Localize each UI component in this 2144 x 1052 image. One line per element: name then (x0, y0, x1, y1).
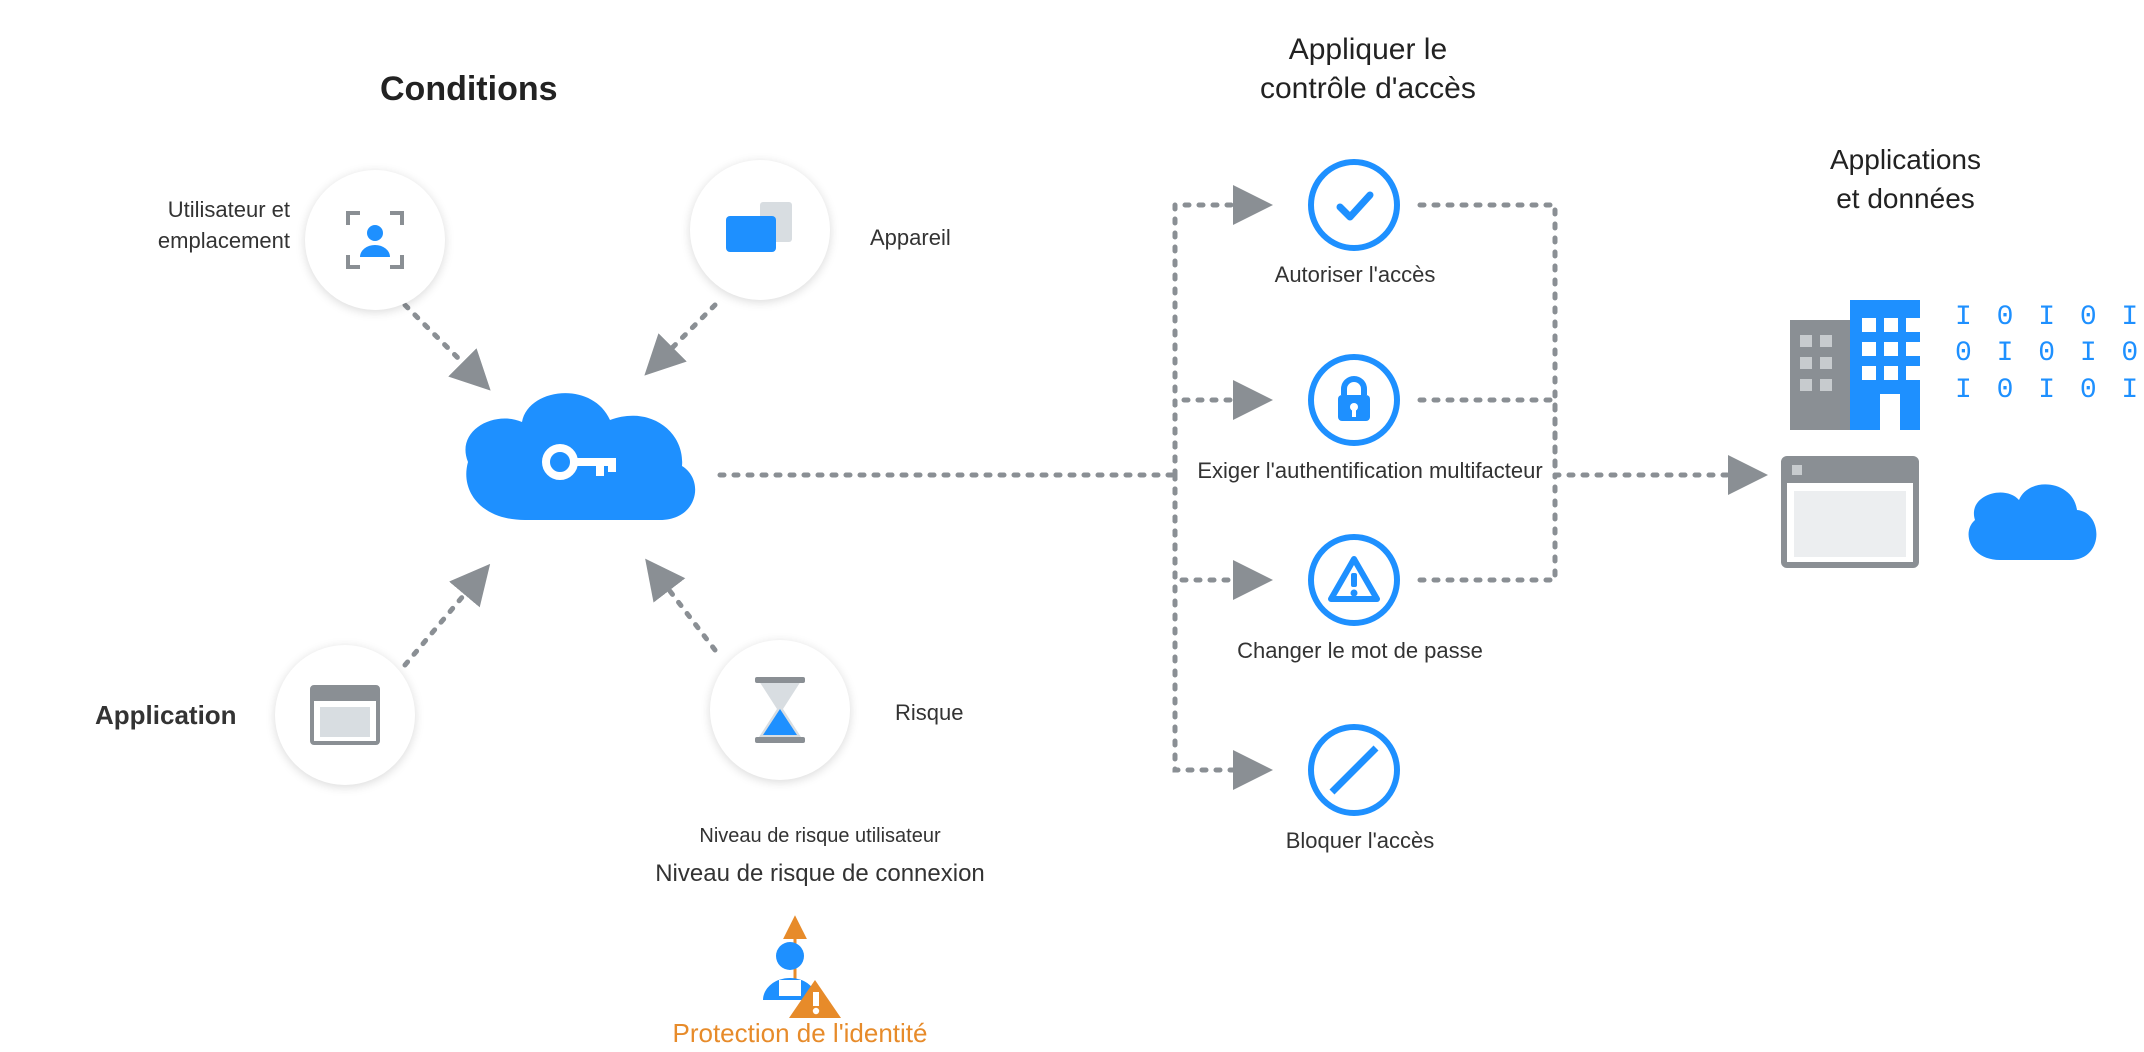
app-window-icon (1780, 455, 1920, 575)
cloud-icon (1955, 470, 2105, 575)
checkmark-icon (1330, 181, 1378, 229)
lock-icon (1332, 375, 1376, 425)
device-label: Appareil (870, 225, 951, 251)
user-location-label: Utilisateur et emplacement (120, 195, 290, 257)
hourglass-icon (753, 675, 807, 745)
application-window-icon (308, 683, 382, 747)
cloud-key-icon (450, 370, 710, 550)
diagram-stage: Conditions Appliquer le contrôle d'accès… (0, 0, 2144, 1052)
allow-access-label: Autoriser l'accès (1250, 262, 1460, 288)
building-icon (1780, 290, 1930, 445)
mfa-label: Exiger l'authentification multifacteur (1160, 458, 1580, 484)
block-icon (1314, 730, 1394, 810)
device-icon (720, 198, 800, 262)
device-bubble (690, 160, 830, 300)
mfa-icon (1308, 354, 1400, 446)
binary-data-icon: I 0 I 0 I 0 0 I 0 I 0 I I 0 I 0 I 0 (1955, 300, 2144, 409)
user-location-icon (340, 205, 410, 275)
warning-triangle-icon (1327, 555, 1381, 605)
block-access-label: Bloquer l'accès (1260, 828, 1460, 854)
change-password-label: Changer le mot de passe (1210, 638, 1510, 664)
application-label: Application (95, 700, 237, 731)
enforce-heading: Appliquer le contrôle d'accès (1260, 30, 1476, 108)
cloud-key (450, 370, 710, 555)
apps-heading: Applications et données (1830, 140, 1981, 218)
application-bubble (275, 645, 415, 785)
risk-label: Risque (895, 700, 963, 726)
conditions-heading: Conditions (380, 70, 558, 109)
risk-bubble (710, 640, 850, 780)
user-location-bubble (305, 170, 445, 310)
risk-signin-level-label: Niveau de risque de connexion (610, 860, 1030, 888)
identity-protection-label: Protection de l'identité (640, 1018, 960, 1049)
change-password-icon (1308, 534, 1400, 626)
identity-protection-icon (755, 940, 845, 1025)
risk-user-level-label: Niveau de risque utilisateur (660, 825, 980, 848)
block-access-icon (1308, 724, 1400, 816)
allow-access-icon (1308, 159, 1400, 251)
